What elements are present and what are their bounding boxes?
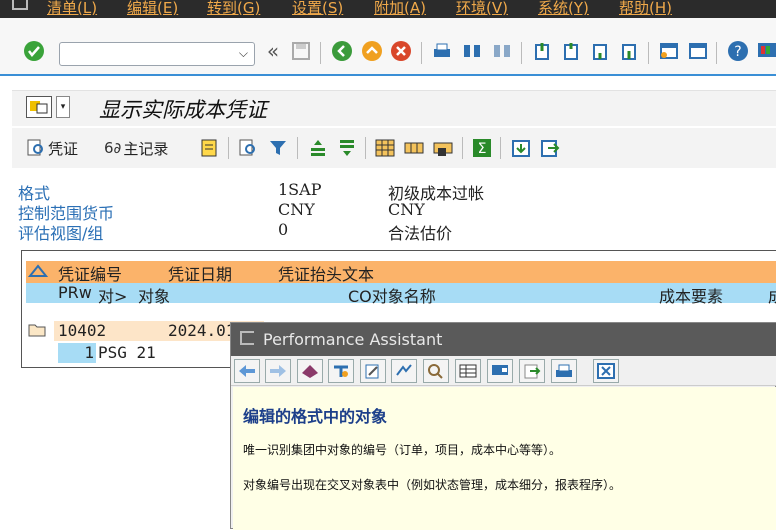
svg-text:Σ: Σ bbox=[478, 141, 487, 157]
valuation-view-label: 评估视图/组 bbox=[18, 224, 104, 243]
notes-icon[interactable] bbox=[198, 137, 220, 159]
document-button[interactable]: 凭证 bbox=[26, 137, 78, 159]
menu-goto[interactable]: 转到(G) bbox=[207, 0, 260, 18]
system-menu-icon[interactable] bbox=[12, 0, 28, 10]
cancel-icon[interactable] bbox=[390, 40, 412, 62]
report-header-row-2: PRw 对> 对象 CO对象名称 成本要素 成 bbox=[26, 283, 776, 306]
master-record-button-label: 主记录 bbox=[123, 139, 169, 158]
menu-environment[interactable]: 环境(V) bbox=[456, 0, 508, 18]
master-record-button[interactable]: 6∂ 主记录 bbox=[104, 137, 168, 159]
report-header-row-1: 凭证编号 凭证日期 凭证抬头文本 bbox=[26, 261, 776, 285]
column-prw[interactable]: PRw bbox=[58, 283, 92, 302]
column-object[interactable]: 对象 bbox=[138, 283, 170, 307]
title-menu-icon[interactable] bbox=[26, 96, 52, 118]
sort-descending-icon[interactable] bbox=[336, 137, 358, 159]
enter-icon[interactable] bbox=[23, 40, 45, 62]
command-field[interactable]: ⌵ bbox=[59, 42, 255, 66]
change-layout-icon[interactable] bbox=[374, 137, 396, 159]
next-page-icon[interactable] bbox=[589, 40, 611, 62]
menu-settings[interactable]: 设置(S) bbox=[292, 0, 343, 18]
select-layout-icon[interactable] bbox=[403, 137, 425, 159]
column-truncated[interactable]: 成 bbox=[768, 283, 776, 307]
collapse-icon[interactable]: « bbox=[262, 39, 284, 63]
column-document-date[interactable]: 凭证日期 bbox=[168, 261, 232, 285]
currency-description: CNY bbox=[388, 200, 425, 219]
performance-assistant-titlebar[interactable]: Performance Assistant bbox=[231, 323, 776, 356]
help-icon[interactable]: ? bbox=[727, 40, 749, 62]
menu-system[interactable]: 系统(Y) bbox=[538, 0, 589, 18]
column-co-object-name[interactable]: CO对象名称 bbox=[348, 283, 436, 307]
format-value: 1SAP bbox=[278, 180, 322, 199]
performance-assistant-title: Performance Assistant bbox=[263, 330, 443, 349]
application-toolbar: 凭证 6∂ 主记录 Σ bbox=[12, 128, 776, 168]
folder-icon[interactable] bbox=[28, 322, 46, 342]
menu-list[interactable]: 清单(L) bbox=[47, 0, 97, 18]
menu-edit[interactable]: 编辑(E) bbox=[127, 0, 178, 18]
table-icon[interactable] bbox=[455, 359, 481, 383]
related-help-icon[interactable] bbox=[391, 359, 417, 383]
sum-icon[interactable]: Σ bbox=[471, 137, 493, 159]
sort-ascending-icon[interactable] bbox=[307, 137, 329, 159]
menu-extras[interactable]: 附加(A) bbox=[374, 0, 426, 18]
title-bar: ▾ 显示实际成本凭证 bbox=[12, 90, 776, 126]
performance-assistant-content: 编辑的格式中的对象 唯一识别集团中对象的编号（订单，项目，成本中心等等）。 对象… bbox=[233, 387, 776, 530]
column-header-text[interactable]: 凭证抬头文本 bbox=[278, 261, 374, 285]
arrow-right-icon[interactable] bbox=[265, 359, 291, 383]
command-input[interactable] bbox=[64, 44, 234, 64]
chevron-down-icon[interactable]: ▾ bbox=[56, 96, 70, 118]
standard-toolbar: ⌵ « ? bbox=[0, 18, 776, 76]
save-layout-icon[interactable] bbox=[432, 137, 454, 159]
page-title: 显示实际成本凭证 bbox=[99, 98, 267, 122]
help-paragraph-2: 对象编号出现在交叉对象表中（例如状态管理，成本细分，报表程序）。 bbox=[243, 478, 622, 492]
close-icon[interactable] bbox=[593, 359, 619, 383]
document-search-icon bbox=[27, 139, 43, 156]
last-page-icon[interactable] bbox=[618, 40, 640, 62]
help-paragraph-1: 唯一识别集团中对象的编号（订单，项目，成本中心等等）。 bbox=[243, 443, 562, 457]
svg-text:?: ? bbox=[734, 44, 741, 60]
first-page-icon[interactable] bbox=[531, 40, 553, 62]
column-document-number[interactable]: 凭证编号 bbox=[58, 261, 122, 285]
find-next-icon[interactable] bbox=[491, 40, 513, 62]
menu-bar: 清单(L) 编辑(E) 转到(G) 设置(S) 附加(A) 环境(V) 系统(Y… bbox=[0, 0, 776, 18]
export-icon[interactable] bbox=[539, 137, 561, 159]
previous-page-icon[interactable] bbox=[560, 40, 582, 62]
document-number-cell[interactable]: 10402 bbox=[58, 321, 106, 340]
arrow-left-icon[interactable] bbox=[234, 359, 260, 383]
technical-info-icon[interactable] bbox=[328, 359, 354, 383]
edit-icon[interactable] bbox=[360, 359, 386, 383]
back-icon[interactable] bbox=[331, 40, 353, 62]
exit-icon[interactable] bbox=[361, 40, 383, 62]
valuation-view-value: 0 bbox=[278, 220, 289, 239]
menu-help[interactable]: 帮助(H) bbox=[619, 0, 672, 18]
details-icon[interactable] bbox=[238, 137, 260, 159]
save-icon[interactable] bbox=[290, 40, 312, 62]
document-button-label: 凭证 bbox=[48, 139, 79, 158]
object-cell[interactable]: PSG 21 bbox=[98, 343, 156, 362]
valuation-view-description: 合法估价 bbox=[388, 224, 453, 243]
glasses-icon: 6∂ bbox=[104, 139, 122, 157]
append-icon[interactable] bbox=[519, 359, 545, 383]
find-icon[interactable] bbox=[461, 40, 483, 62]
book-icon[interactable] bbox=[297, 359, 323, 383]
column-object-type[interactable]: 对> bbox=[98, 283, 127, 307]
search-help-icon[interactable] bbox=[423, 359, 449, 383]
performance-assistant-toolbar bbox=[231, 356, 776, 386]
print-icon[interactable] bbox=[551, 359, 577, 383]
print-icon[interactable] bbox=[431, 40, 453, 62]
download-icon[interactable] bbox=[510, 137, 532, 159]
new-session-icon[interactable] bbox=[658, 40, 680, 62]
performance-assistant-window: Performance Assistant 编辑的格式中的对象 唯一识别集团中对… bbox=[230, 322, 776, 530]
column-cost-element[interactable]: 成本要素 bbox=[659, 283, 723, 307]
filter-icon[interactable] bbox=[267, 137, 289, 159]
layout-icon[interactable] bbox=[756, 40, 776, 62]
document-date-cell[interactable]: 2024.01 bbox=[168, 321, 235, 340]
expand-all-icon[interactable] bbox=[27, 262, 49, 284]
help-heading: 编辑的格式中的对象 bbox=[243, 407, 388, 426]
shortcut-icon[interactable] bbox=[687, 40, 709, 62]
currency-value: CNY bbox=[278, 200, 315, 219]
prw-cell[interactable]: 1 bbox=[58, 343, 96, 363]
chevron-down-icon[interactable]: ⌵ bbox=[239, 46, 248, 61]
window-icon bbox=[240, 331, 254, 345]
display-icon[interactable] bbox=[487, 359, 513, 383]
